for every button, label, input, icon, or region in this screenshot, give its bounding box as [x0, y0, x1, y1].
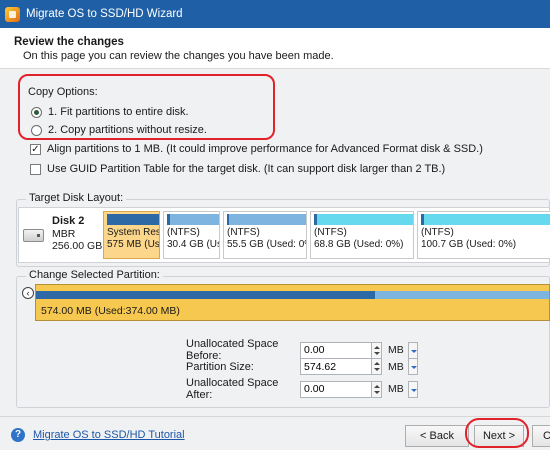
highlight-oval-next: [465, 418, 529, 448]
page-subtitle: On this page you can review the changes …: [23, 50, 334, 62]
help-icon[interactable]: ?: [11, 428, 25, 442]
partition-label: (NTFS): [167, 227, 200, 238]
unallocated-after-input[interactable]: [300, 380, 372, 398]
partition-used-fill: [314, 214, 317, 225]
disk-type: MBR: [52, 228, 76, 240]
title-bar: Migrate OS to SSD/HD Wizard: [0, 0, 550, 28]
hard-disk-icon: [23, 229, 44, 242]
partition-block[interactable]: (NTFS) 100.7 GB (Used: 0%): [417, 211, 550, 259]
unallocated-before-input[interactable]: [300, 341, 372, 359]
partition-usage-bar: [167, 214, 219, 225]
guid-checkbox[interactable]: [30, 163, 41, 175]
disk-size: 256.00 GB: [52, 240, 103, 252]
partition-size: 55.5 GB (Used: 0%: [227, 239, 307, 250]
spin-buttons[interactable]: [372, 358, 382, 375]
partition-used-fill: [167, 214, 170, 225]
partition-block[interactable]: (NTFS) 30.4 GB (Use: [163, 211, 220, 259]
partition-used-fill: [107, 214, 159, 225]
spin-buttons[interactable]: [372, 380, 382, 398]
partition-size-input[interactable]: [300, 358, 372, 375]
app-logo-icon: [5, 6, 20, 22]
unit-label: MB: [388, 344, 404, 356]
unit-dropdown-arrow-icon[interactable]: [407, 341, 418, 359]
page-title: Review the changes: [14, 36, 124, 48]
target-disk-label: Target Disk Layout:: [26, 192, 127, 204]
partition-size: 100.7 GB (Used: 0%): [421, 239, 517, 250]
partition-size-track: [36, 291, 549, 299]
unit-label: MB: [388, 383, 404, 395]
disk-name: Disk 2: [52, 215, 85, 227]
wizard-header: Review the changes On this page you can …: [0, 28, 550, 68]
partition-resize-bar[interactable]: 574.00 MB (Used:374.00 MB): [35, 284, 550, 321]
partition-block[interactable]: (NTFS) 68.8 GB (Used: 0%): [310, 211, 414, 259]
scroll-left-arrow-icon[interactable]: ‹: [22, 287, 34, 299]
guid-checkbox-row[interactable]: Use GUID Partition Table for the target …: [30, 163, 445, 175]
field-label: Unallocated Space After:: [186, 377, 279, 401]
align-checkbox[interactable]: ✓: [30, 143, 41, 155]
unallocated-after-row: Unallocated Space After: MB: [186, 377, 418, 401]
checkbox-label: Use GUID Partition Table for the target …: [47, 163, 446, 175]
partition-used-fill: [36, 291, 375, 299]
partition-size: 575 MB (Use: [107, 239, 160, 250]
partition-label: (NTFS): [227, 227, 260, 238]
spin-buttons[interactable]: [372, 341, 382, 359]
partition-label: (NTFS): [314, 227, 347, 238]
partition-size: 68.8 GB (Used: 0%): [314, 239, 404, 250]
disk-map: Disk 2 MBR 256.00 GB System Rese 575 MB …: [18, 207, 550, 263]
window-title: Migrate OS to SSD/HD Wizard: [26, 8, 183, 20]
partition-size-label: 574.00 MB (Used:374.00 MB): [41, 305, 180, 317]
selected-partition-panel: ‹ 574.00 MB (Used:374.00 MB): [18, 278, 550, 325]
unit-dropdown-arrow-icon[interactable]: [407, 358, 418, 375]
checkbox-label: Align partitions to 1 MB. (It could impr…: [47, 143, 483, 155]
partition-usage-bar: [227, 214, 306, 225]
partition-label: (NTFS): [421, 227, 454, 238]
unit-label: MB: [388, 360, 404, 373]
partition-used-fill: [421, 214, 424, 225]
partition-label: System Rese: [107, 227, 159, 238]
partition-usage-bar: [421, 214, 550, 225]
unit-dropdown-arrow-icon[interactable]: [407, 380, 418, 398]
cancel-button[interactable]: C: [532, 425, 550, 447]
partition-usage-bar: [107, 214, 159, 225]
tutorial-link[interactable]: Migrate OS to SSD/HD Tutorial: [33, 429, 185, 441]
align-partitions-checkbox-row[interactable]: ✓ Align partitions to 1 MB. (It could im…: [30, 143, 483, 155]
partition-size-row: Partition Size: MB: [186, 358, 418, 375]
partition-size: 30.4 GB (Use: [167, 239, 219, 250]
partition-block-system-reserved[interactable]: System Rese 575 MB (Use: [103, 211, 160, 259]
highlight-oval-copy-options: [18, 74, 275, 140]
partition-used-fill: [227, 214, 230, 225]
partition-block[interactable]: (NTFS) 55.5 GB (Used: 0%: [223, 211, 307, 259]
field-label: Partition Size:: [186, 360, 254, 373]
back-button[interactable]: < Back: [405, 425, 469, 447]
partition-usage-bar: [314, 214, 413, 225]
